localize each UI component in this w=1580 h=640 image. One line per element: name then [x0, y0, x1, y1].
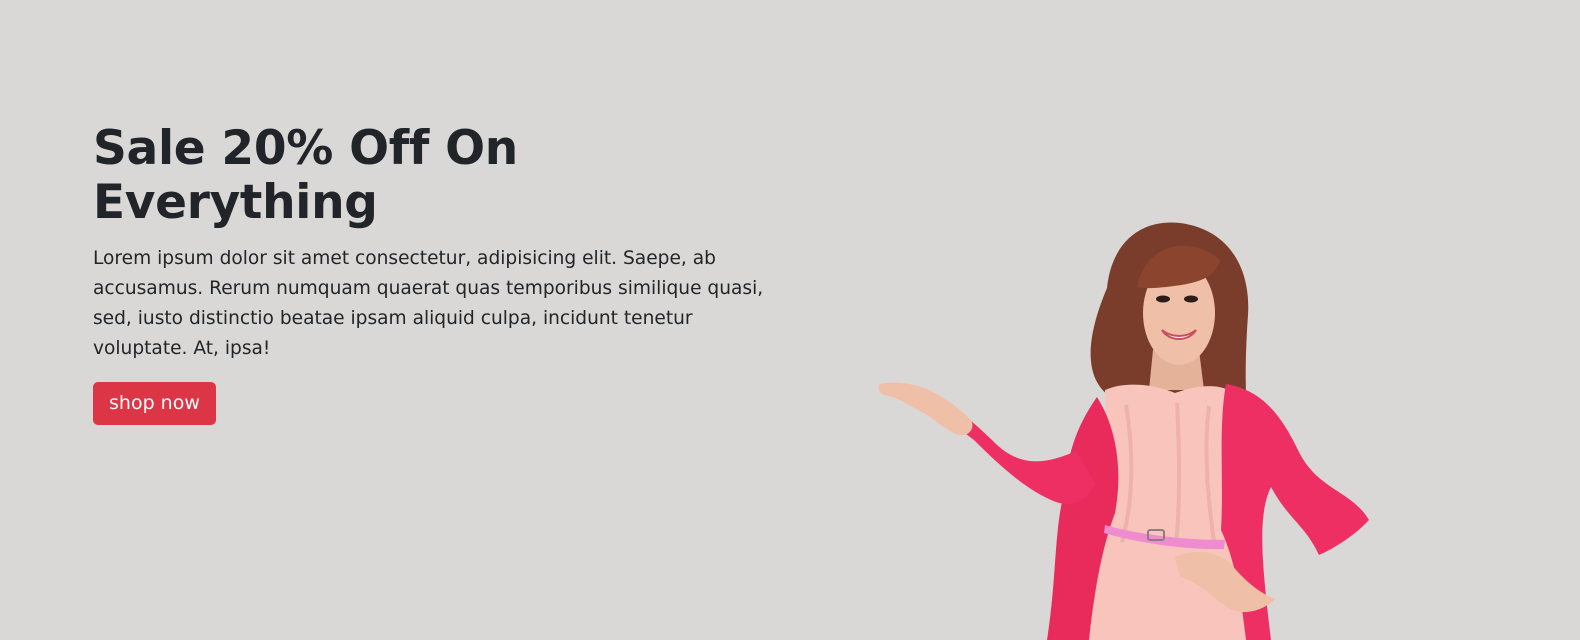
- pointing-hand: [878, 382, 973, 436]
- shop-now-button[interactable]: shop now: [93, 382, 216, 426]
- hero-banner: Sale 20% Off On Everything Lorem ipsum d…: [0, 0, 1580, 640]
- hero-text-block: Sale 20% Off On Everything Lorem ipsum d…: [93, 121, 773, 426]
- hero-title: Sale 20% Off On Everything: [93, 121, 518, 231]
- hero-description: Lorem ipsum dolor sit amet consectetur, …: [93, 248, 764, 360]
- woman-pointing-image: [878, 222, 1369, 640]
- right-eye: [1184, 295, 1198, 303]
- left-eye: [1156, 295, 1170, 303]
